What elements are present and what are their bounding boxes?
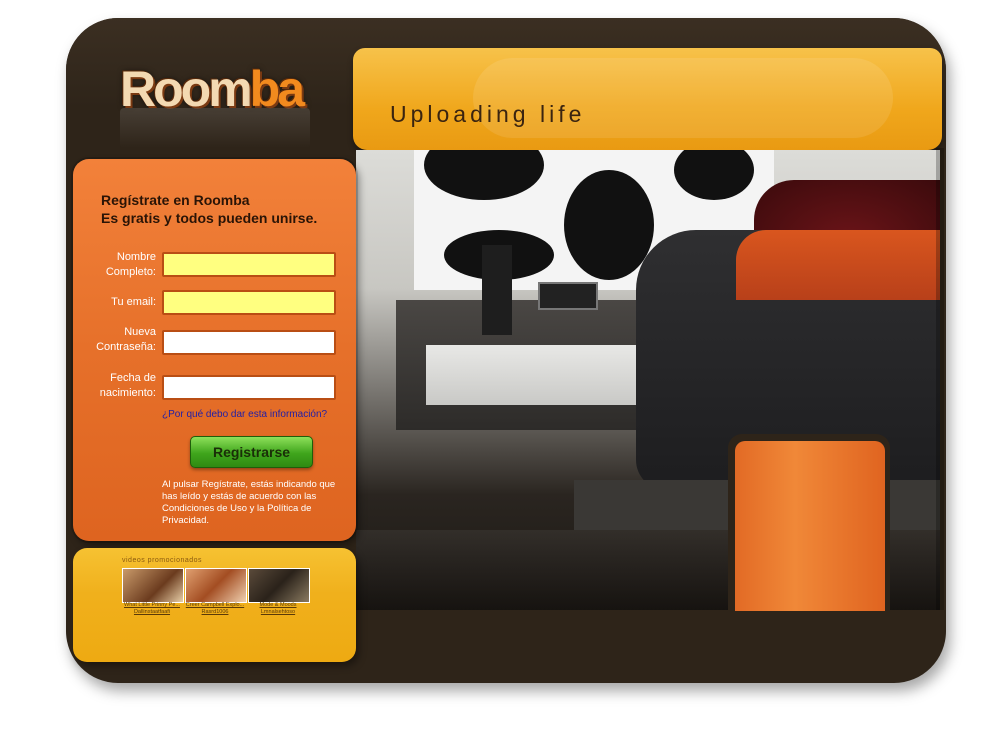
clock <box>538 282 598 310</box>
video-thumbnail[interactable] <box>122 568 184 603</box>
video-caption[interactable]: What Little Prinny Pe... Dallinstaatfaaf… <box>121 602 183 616</box>
video-caption[interactable]: Mode & Moods Lmnalsehtoso <box>247 602 309 616</box>
bed-blanket <box>736 230 940 300</box>
fullname-field[interactable] <box>162 252 336 277</box>
legal-text: Al pulsar Regístrate, estás indicando qu… <box>162 479 336 526</box>
video-caption[interactable]: Creer Campbell Explo... Rasrd1006 <box>184 602 246 616</box>
promoted-videos-heading: videos promocionados <box>122 557 203 564</box>
password-label: Nueva Contraseña: <box>96 326 156 353</box>
email-label: Tu email: <box>111 296 156 308</box>
video-thumbnail[interactable] <box>185 568 247 603</box>
register-button[interactable]: Registrarse <box>190 436 313 468</box>
birthdate-label: Fecha de nacimiento: <box>99 372 156 399</box>
orange-box <box>735 441 885 611</box>
registration-title: Regístrate en Roomba Es gratis y todos p… <box>101 192 318 226</box>
email-field[interactable] <box>162 290 336 315</box>
fullname-label: Nombre Completo: <box>105 251 156 278</box>
header-banner <box>353 48 942 150</box>
video-thumbnail[interactable] <box>248 568 310 603</box>
birthdate-field[interactable] <box>162 375 336 400</box>
books <box>482 245 512 335</box>
logo-reflection <box>120 108 310 148</box>
why-info-link[interactable]: ¿Por qué debo dar esta información? <box>162 409 327 420</box>
tagline: Uploading life <box>390 101 586 127</box>
nightstand-drawer <box>426 345 666 405</box>
password-field[interactable] <box>162 330 336 355</box>
photo-edge-shadow <box>936 148 944 610</box>
